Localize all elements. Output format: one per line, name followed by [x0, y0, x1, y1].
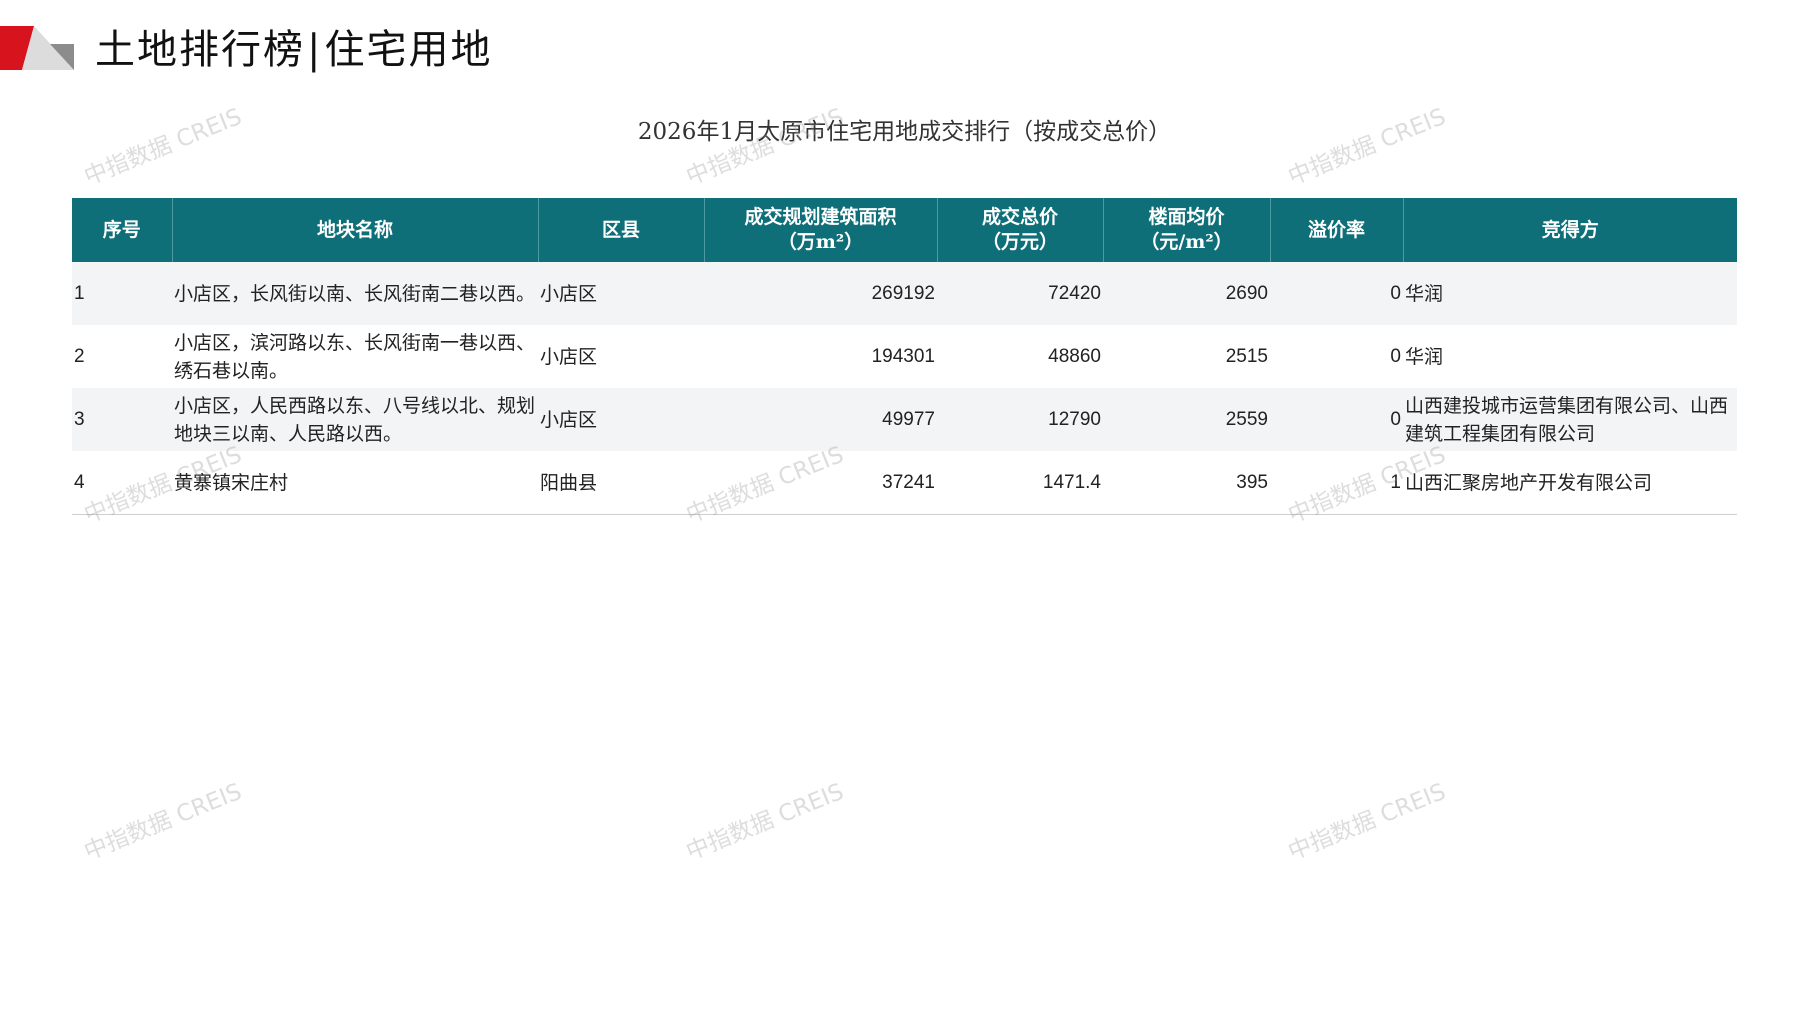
cell-total-price: 72420 [937, 262, 1103, 325]
cell-index: 3 [72, 388, 172, 451]
cell-premium-rate: 0 [1270, 262, 1403, 325]
cell-district: 小店区 [538, 388, 704, 451]
creis-logo-icon [0, 26, 74, 70]
table-row: 4 黄寨镇宋庄村 阳曲县 37241 1471.4 395 1 山西汇聚房地产开… [72, 451, 1737, 515]
column-header-premium-rate: 溢价率 [1270, 198, 1404, 262]
cell-plot-name: 黄寨镇宋庄村 [172, 451, 538, 515]
column-header-avg-price: 楼面均价 （元/m²） [1103, 198, 1271, 262]
cell-district: 阳曲县 [538, 451, 704, 515]
cell-plot-name: 小店区，长风街以南、长风街南二巷以西。 [172, 262, 538, 325]
column-header-winner: 竞得方 [1403, 198, 1737, 262]
watermark: 中指数据 CREIS [80, 778, 246, 866]
table-row: 1 小店区，长风街以南、长风街南二巷以西。 小店区 269192 72420 2… [72, 262, 1737, 325]
cell-district: 小店区 [538, 325, 704, 388]
cell-avg-price: 395 [1103, 451, 1270, 515]
page-title: 土地排行榜|住宅用地 [95, 22, 492, 78]
cell-premium-rate: 0 [1270, 388, 1403, 451]
cell-avg-price: 2515 [1103, 325, 1270, 388]
watermark: 中指数据 CREIS [1284, 778, 1450, 866]
cell-plot-name: 小店区，滨河路以东、长风街南一巷以西、绣石巷以南。 [172, 325, 538, 388]
cell-area: 269192 [704, 262, 937, 325]
cell-avg-price: 2559 [1103, 388, 1270, 451]
cell-winner: 山西汇聚房地产开发有限公司 [1403, 451, 1737, 515]
cell-index: 2 [72, 325, 172, 388]
cell-premium-rate: 0 [1270, 325, 1403, 388]
cell-winner: 华润 [1403, 325, 1737, 388]
cell-total-price: 1471.4 [937, 451, 1103, 515]
watermark: 中指数据 CREIS [682, 778, 848, 866]
column-header-area: 成交规划建筑面积 （万m²） [704, 198, 938, 262]
cell-plot-name: 小店区，人民西路以东、八号线以北、规划地块三以南、人民路以西。 [172, 388, 538, 451]
table-row: 3 小店区，人民西路以东、八号线以北、规划地块三以南、人民路以西。 小店区 49… [72, 388, 1737, 451]
land-ranking-table: 序号 地块名称 区县 成交规划建筑面积 （万m²） 成交总价 （万元） 楼面均价 （元… [72, 198, 1737, 515]
table-header-row: 序号 地块名称 区县 成交规划建筑面积 （万m²） 成交总价 （万元） 楼面均价 （元… [72, 198, 1737, 262]
table-row: 2 小店区，滨河路以东、长风街南一巷以西、绣石巷以南。 小店区 194301 4… [72, 325, 1737, 388]
column-header-index: 序号 [72, 198, 173, 262]
cell-area: 37241 [704, 451, 937, 515]
cell-district: 小店区 [538, 262, 704, 325]
column-header-district: 区县 [538, 198, 705, 262]
cell-avg-price: 2690 [1103, 262, 1270, 325]
cell-area: 194301 [704, 325, 937, 388]
cell-area: 49977 [704, 388, 937, 451]
page-title-right: 住宅用地 [324, 27, 493, 73]
cell-index: 4 [72, 451, 172, 515]
cell-index: 1 [72, 262, 172, 325]
cell-premium-rate: 1 [1270, 451, 1403, 515]
cell-winner: 山西建投城市运营集团有限公司、山西建筑工程集团有限公司 [1403, 388, 1737, 451]
table-title: 2026年1月太原市住宅用地成交排行（按成交总价） [637, 119, 1172, 145]
column-header-total-price: 成交总价 （万元） [937, 198, 1104, 262]
column-header-plot-name: 地块名称 [172, 198, 539, 262]
cell-total-price: 48860 [937, 325, 1103, 388]
page-title-separator: | [307, 27, 323, 73]
cell-total-price: 12790 [937, 388, 1103, 451]
page-title-left: 土地排行榜 [95, 27, 305, 73]
cell-winner: 华润 [1403, 262, 1737, 325]
